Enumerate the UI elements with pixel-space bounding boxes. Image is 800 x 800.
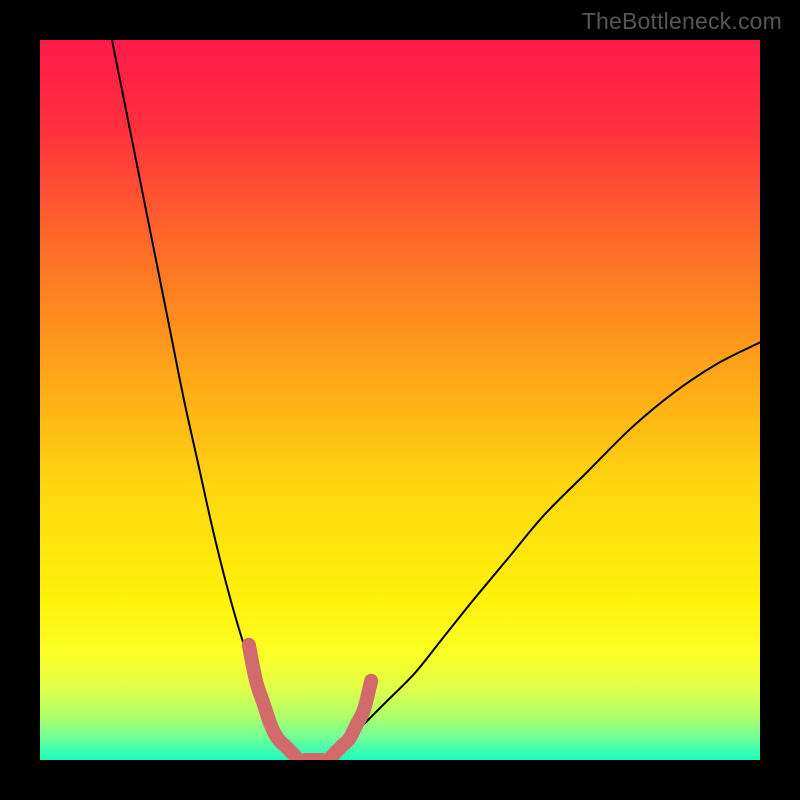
line-left-arm: [112, 40, 285, 738]
plot-area: [40, 40, 760, 760]
line-valley-highlight: [249, 645, 371, 760]
watermark-text: TheBottleneck.com: [582, 8, 782, 35]
curve-layer: [40, 40, 760, 760]
chart-frame: TheBottleneck.com: [0, 0, 800, 800]
line-right-arm: [350, 342, 760, 738]
